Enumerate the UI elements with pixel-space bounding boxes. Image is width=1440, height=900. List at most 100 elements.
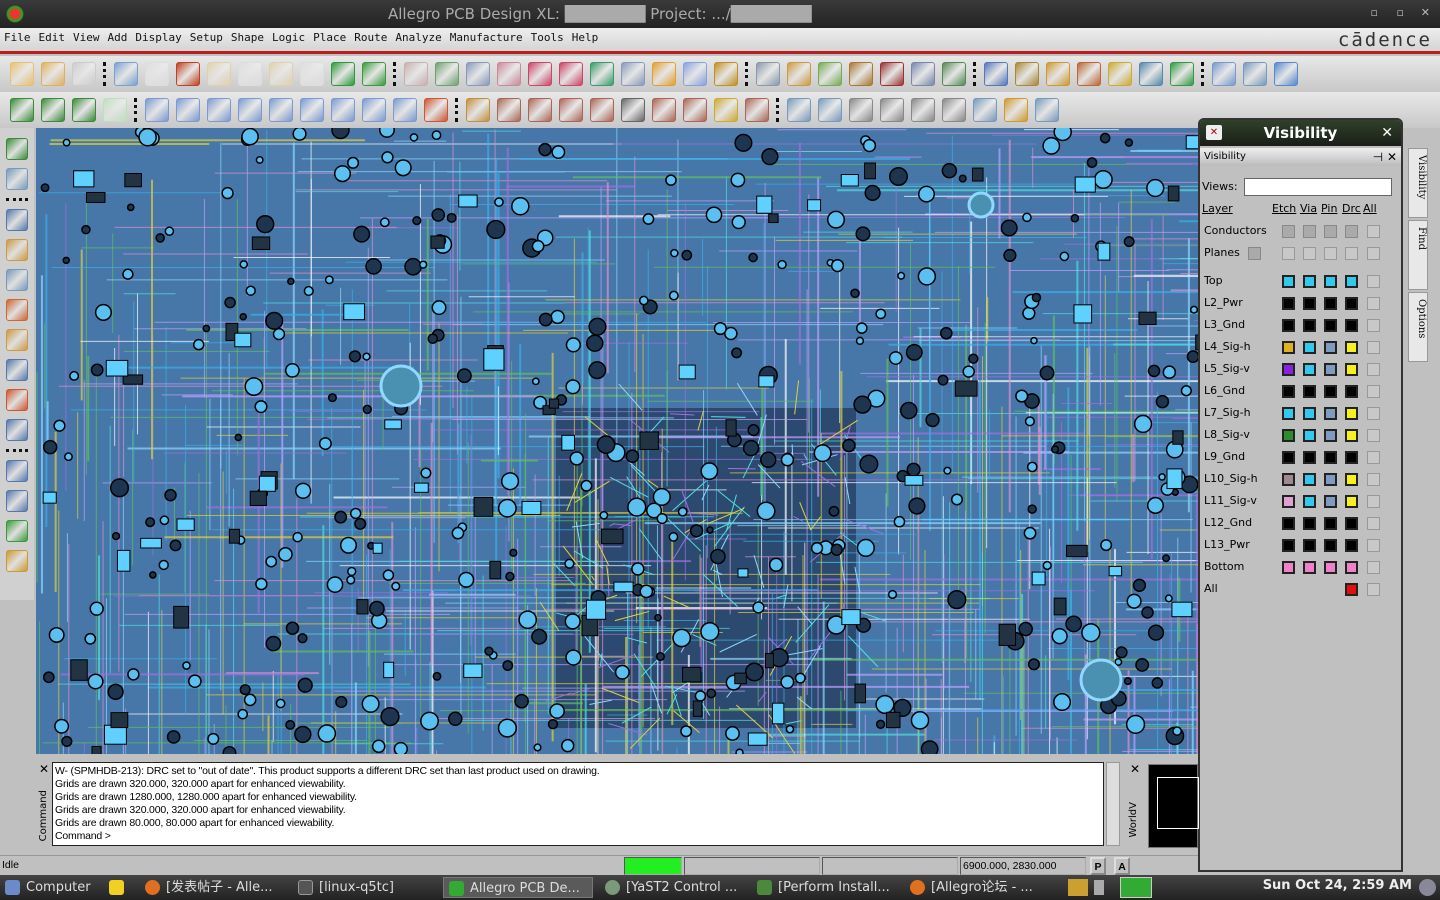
add-connect-icon[interactable]: [9, 98, 34, 122]
etch-checkbox[interactable]: [1282, 539, 1295, 552]
redo-icon[interactable]: [268, 62, 293, 86]
done-icon[interactable]: [330, 62, 355, 86]
p-button[interactable]: P: [1090, 857, 1106, 875]
route-icon[interactable]: [6, 209, 28, 231]
menu-route[interactable]: Route: [350, 28, 391, 44]
rectangle-icon[interactable]: [6, 490, 28, 512]
panel-close-icon[interactable]: ✕: [1206, 125, 1222, 140]
copper-icon[interactable]: [102, 98, 127, 122]
via-checkbox[interactable]: [1303, 319, 1316, 332]
worldview-close-icon[interactable]: ✕: [1130, 762, 1140, 776]
via-checkbox[interactable]: [1303, 451, 1316, 464]
drc-checkbox[interactable]: [1345, 539, 1358, 552]
via-checkbox[interactable]: [1303, 275, 1316, 288]
menu-view[interactable]: View: [69, 28, 104, 44]
dim-length-icon[interactable]: [527, 98, 552, 122]
bars-icon[interactable]: [1138, 62, 1163, 86]
drc-checkbox[interactable]: [1345, 517, 1358, 530]
place-manual-icon[interactable]: [6, 138, 28, 160]
etch-checkbox[interactable]: [1282, 495, 1295, 508]
zoom-in-icon[interactable]: [527, 62, 552, 86]
zoom-world-icon[interactable]: [620, 62, 645, 86]
via-icon[interactable]: [71, 98, 96, 122]
close-button[interactable]: ✕: [1421, 6, 1430, 19]
redraw-icon[interactable]: [651, 62, 676, 86]
pin-checkbox[interactable]: [1324, 275, 1337, 288]
minimize-button[interactable]: ▫: [1371, 6, 1378, 19]
via-checkbox[interactable]: [1303, 341, 1316, 354]
pin-close-icons[interactable]: ⊣ ✕: [1373, 148, 1397, 166]
via-checkbox[interactable]: [1303, 517, 1316, 530]
all-checkbox[interactable]: [1367, 319, 1380, 332]
layer-header[interactable]: Layer: [1202, 202, 1233, 215]
all-checkbox[interactable]: [1367, 341, 1380, 354]
slide-route-icon[interactable]: [6, 239, 28, 261]
angle-icon[interactable]: [744, 98, 769, 122]
etch-checkbox[interactable]: [1282, 561, 1295, 574]
layers-icon[interactable]: [817, 62, 842, 86]
views-select[interactable]: [1244, 178, 1392, 196]
board-icon[interactable]: [941, 62, 966, 86]
pin-icon[interactable]: [361, 62, 386, 86]
via-header[interactable]: Via: [1300, 202, 1317, 215]
zoom-in-window-icon[interactable]: [496, 62, 521, 86]
notes-launcher[interactable]: [104, 877, 130, 898]
pin-checkbox[interactable]: [1324, 363, 1337, 376]
via-checkbox[interactable]: [1303, 495, 1316, 508]
highlight-icon[interactable]: [1107, 62, 1132, 86]
pin-checkbox[interactable]: [1324, 385, 1337, 398]
tab-find[interactable]: Find: [1408, 220, 1428, 290]
property-icon[interactable]: [1014, 62, 1039, 86]
filter-icon[interactable]: [1169, 62, 1194, 86]
task-allegro-forum[interactable]: [Allegro论坛 - ...: [905, 877, 1050, 898]
menu-logic[interactable]: Logic: [268, 28, 309, 44]
drc-checkbox[interactable]: [1345, 385, 1358, 398]
etch-checkbox[interactable]: [1282, 517, 1295, 530]
all-checkbox[interactable]: [1367, 225, 1380, 238]
dim-angle-icon[interactable]: [589, 98, 614, 122]
via-checkbox[interactable]: [1303, 561, 1316, 574]
ref-des-icon[interactable]: [910, 98, 935, 122]
zoom-previous-icon[interactable]: [589, 62, 614, 86]
pin-checkbox[interactable]: [1324, 407, 1337, 420]
shadow-icon[interactable]: [848, 62, 873, 86]
shape-polygon-icon[interactable]: [144, 98, 169, 122]
a-button[interactable]: A: [1114, 857, 1130, 875]
auto-route-icon[interactable]: [6, 329, 28, 351]
dehighlight-icon[interactable]: [1076, 62, 1101, 86]
all-checkbox[interactable]: [1367, 407, 1380, 420]
console-close-icon[interactable]: ✕: [39, 762, 49, 776]
delay-tune-icon[interactable]: [6, 299, 28, 321]
drc-header[interactable]: Drc: [1342, 202, 1361, 215]
mirror-icon[interactable]: [817, 98, 842, 122]
slide-icon[interactable]: [40, 98, 65, 122]
network-icon[interactable]: [1034, 98, 1059, 122]
shape-void-rect-icon[interactable]: [330, 98, 355, 122]
ratsnest-icon[interactable]: [434, 62, 459, 86]
tab-visibility[interactable]: Visibility: [1408, 148, 1428, 218]
windows-icon[interactable]: [1211, 62, 1236, 86]
info-icon[interactable]: [983, 62, 1008, 86]
redo-list-icon[interactable]: [299, 62, 324, 86]
coin-icon[interactable]: [713, 98, 738, 122]
drc-checkbox[interactable]: [1345, 341, 1358, 354]
etch-checkbox[interactable]: [1282, 473, 1295, 486]
menu-place[interactable]: Place: [309, 28, 350, 44]
via-checkbox[interactable]: [1303, 473, 1316, 486]
drc-checkbox[interactable]: [1345, 319, 1358, 332]
menu-display[interactable]: Display: [131, 28, 185, 44]
line-icon[interactable]: [620, 98, 645, 122]
flip-icon[interactable]: [713, 62, 738, 86]
pin-checkbox[interactable]: [1324, 539, 1337, 552]
menu-setup[interactable]: Setup: [186, 28, 227, 44]
all-checkbox[interactable]: [1367, 495, 1380, 508]
pin-checkbox[interactable]: [1324, 429, 1337, 442]
via-checkbox[interactable]: [1303, 539, 1316, 552]
via-checkbox[interactable]: [1303, 225, 1316, 238]
console-output[interactable]: W- (SPMHDB-213): DRC set to "out of date…: [52, 762, 1104, 846]
pin-checkbox[interactable]: [1324, 517, 1337, 530]
via-checkbox[interactable]: [1303, 407, 1316, 420]
drc-checkbox[interactable]: [1345, 473, 1358, 486]
etch-checkbox[interactable]: [1282, 247, 1295, 260]
etch-checkbox[interactable]: [1282, 363, 1295, 376]
